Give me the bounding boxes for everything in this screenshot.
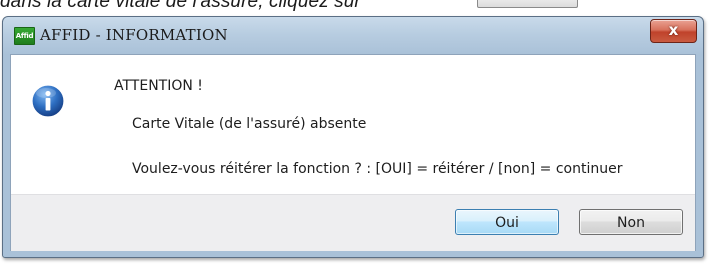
non-button[interactable]: Non	[579, 209, 683, 235]
message-heading: ATTENTION !	[114, 78, 203, 94]
document-button-fragment	[477, 0, 578, 8]
title-bar[interactable]: Affid AFFID - INFORMATION x	[3, 17, 703, 55]
document-instruction-text: dans la carte vitale de l'assuré, clique…	[0, 0, 361, 12]
message-line-2: Voulez-vous réitérer la fonction ? : [OU…	[132, 161, 623, 177]
information-icon	[31, 84, 65, 118]
dialog-content: ATTENTION ! Carte Vitale (de l'assuré) a…	[10, 54, 696, 251]
screenshot-page: dans la carte vitale de l'assuré, clique…	[0, 0, 711, 266]
dialog-button-bar: Oui Non	[11, 194, 695, 251]
message-line-1: Carte Vitale (de l'assuré) absente	[132, 116, 367, 132]
oui-button[interactable]: Oui	[455, 209, 559, 235]
window-title: AFFID - INFORMATION	[40, 26, 228, 44]
affid-icon: Affid	[14, 27, 35, 45]
message-dialog: Affid AFFID - INFORMATION x ATTENTION !	[2, 16, 704, 258]
close-button[interactable]: x	[650, 19, 697, 43]
